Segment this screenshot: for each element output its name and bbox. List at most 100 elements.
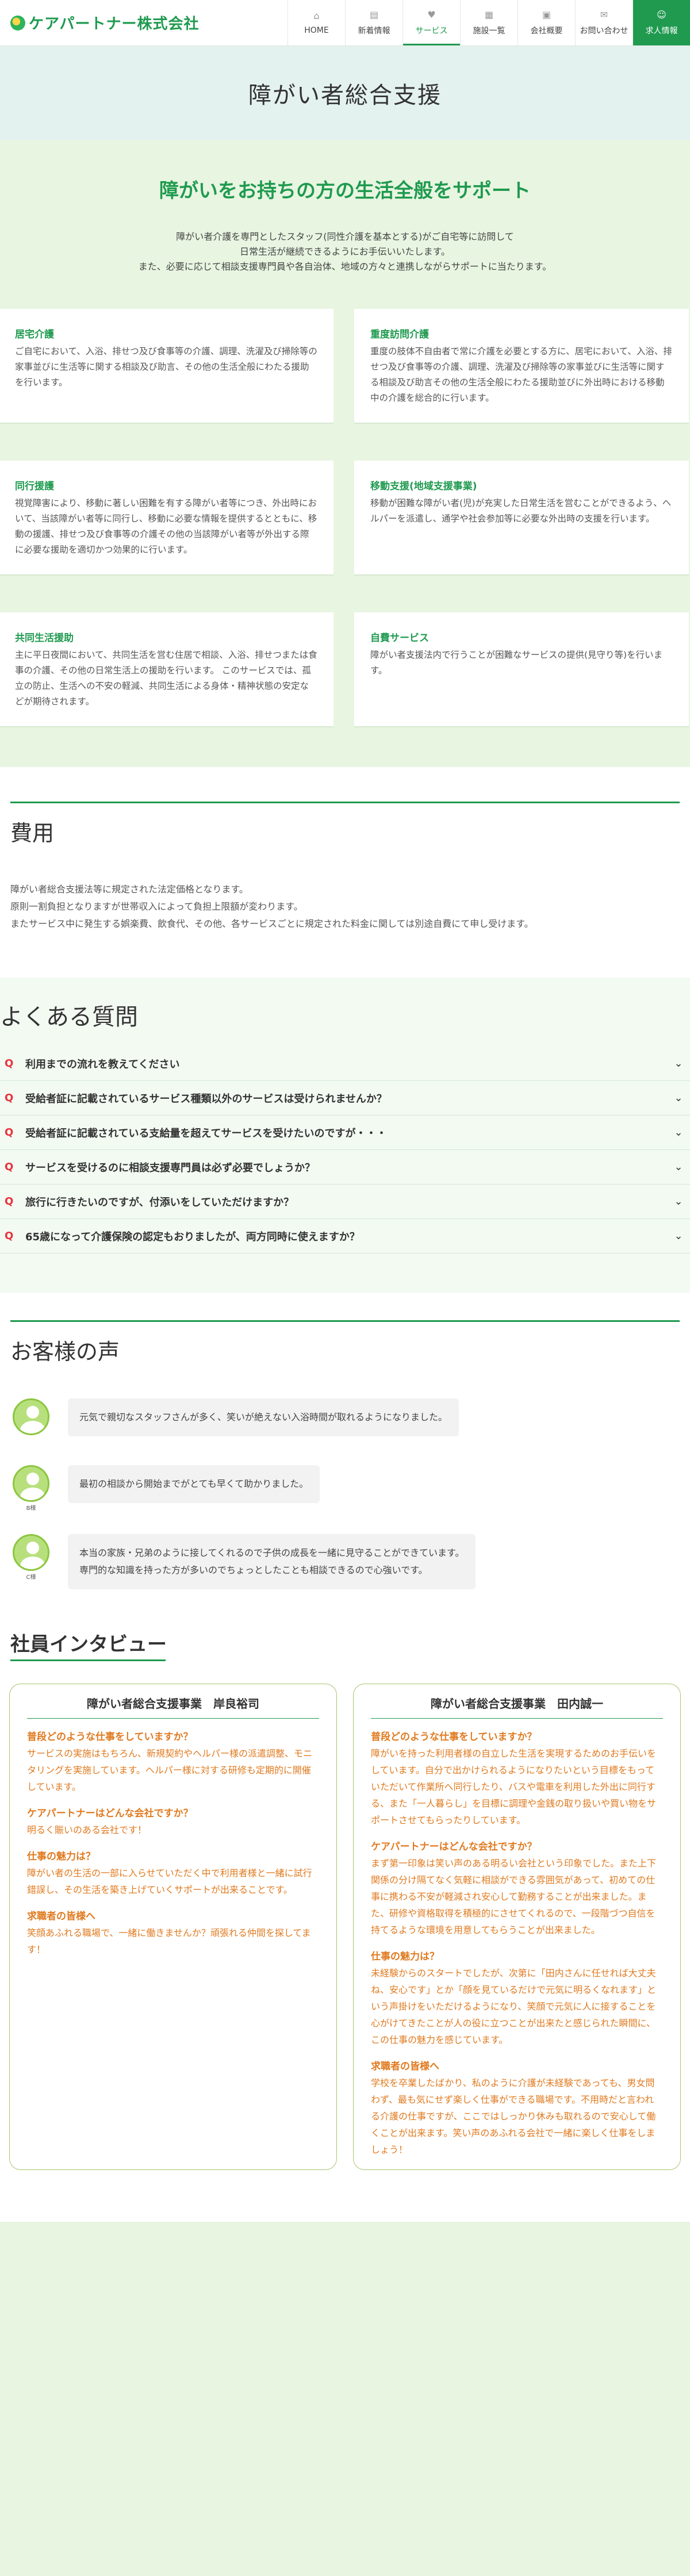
service-card: 共同生活援助 主に平日夜間において、共同生活を営む住居で相談、入浴、排せつまたは… — [0, 612, 334, 727]
fee-line: 障がい者総合支援法等に規定された法定価格となります。 — [10, 884, 248, 895]
interview-question: 仕事の魅力は？ — [371, 1951, 439, 1962]
avatar-wrap: C様 — [13, 1534, 49, 1581]
interview-answer: 笑顔あふれる職場で、一緒に働きませんか？頑張れる仲間を探してます！ — [27, 1927, 311, 1955]
chevron-down-icon: ⌄ — [674, 1195, 683, 1208]
faq-question: サービスを受けるのに相談支援専門員は必ず必要でしょうか？ — [25, 1162, 315, 1174]
question-marker: Q — [5, 1057, 14, 1070]
interview-question: 求職者の皆様へ — [371, 2061, 439, 2072]
nav-company[interactable]: ▣ 会社概要 — [518, 0, 575, 45]
service-card: 同行援護 視覚障害により、移動に著しい困難を有する障がい者等につき、外出時におい… — [0, 461, 334, 576]
service-card: 重度訪問介護 重度の肢体不自由者で常に介護を必要とする方に、居宅において、入浴、… — [354, 309, 689, 424]
intro-line: また、必要に応じて相談支援専門員や各自治体、地域の方々と連携しながらサポートに当… — [138, 261, 552, 272]
faq-item[interactable]: Q 旅行に行きたいのですが、付添いをしていただけますか？ ⌄ — [0, 1184, 690, 1219]
voice-text: 専門的な知識を持った方が多いのでちょっとしたことも相談できるので心強いです。 — [79, 1565, 428, 1575]
faq-question: 65歳になって介護保険の認定もおりましたが、両方同時に使えますか？ — [25, 1230, 360, 1243]
card-title: 自費サービス — [370, 632, 429, 644]
faq-question: 受給者証に記載されているサービス種類以外のサービスは受けられませんか？ — [25, 1092, 387, 1105]
faq-item[interactable]: Q 受給者証に記載されている支給量を超えてサービスを受けたいのですが・・・ ⌄ — [0, 1116, 690, 1150]
chevron-down-icon: ⌄ — [674, 1126, 683, 1138]
faq-item[interactable]: Q 利用までの流れを教えてください ⌄ — [0, 1046, 690, 1081]
interview-answer: 障がい者の生活の一部に入らせていただく中で利用者様と一緒に試行錯誤し、その生活を… — [27, 1868, 312, 1895]
card-body: 視覚障害により、移動に著しい困難を有する障がい者等につき、外出時において、当該障… — [15, 498, 317, 555]
staff-heading: 社員インタビュー — [10, 1633, 167, 1656]
faq-section: よくある質問 Q 利用までの流れを教えてください ⌄ Q 受給者証に記載されてい… — [0, 977, 690, 1294]
interview-answer: 未経験からのスタートでしたが、次第に「田内さんに任せれば大丈夫ね、安心です」とか… — [371, 1968, 657, 2045]
nav-facility[interactable]: ▦ 施設一覧 — [460, 0, 518, 45]
home-icon: ⌂ — [313, 10, 320, 21]
intro-line: 日常生活が継続できるようにお手伝いいたします。 — [239, 246, 451, 257]
nav-label: 会社概要 — [530, 26, 563, 36]
chevron-down-icon: ⌄ — [674, 1161, 683, 1173]
chevron-down-icon: ⌄ — [674, 1230, 683, 1242]
faq-item[interactable]: Q サービスを受けるのに相談支援専門員は必ず必要でしょうか？ ⌄ — [0, 1150, 690, 1184]
support-intro: 障がい者介護を専門としたスタッフ(同性介護を基本とする)がご自宅等に訪問して 日… — [0, 229, 690, 274]
avatar-wrap — [13, 1398, 49, 1436]
voice-item: 元気で親切なスタッフさんが多く、笑いが絶えない入浴時間が取れるようになりました。 — [13, 1398, 459, 1436]
avatar — [13, 1534, 49, 1571]
voice-text: 最初の相談から開始までがとても早くて助かりました。 — [79, 1478, 309, 1489]
facility-icon: ▦ — [484, 9, 494, 20]
page-title: 障がい者総合支援 — [248, 82, 442, 109]
fee-line: またサービス中に発生する娯楽費、飲食代、その他、各サービスごとに規定された料金に… — [10, 918, 534, 929]
avatar — [13, 1398, 49, 1435]
fee-section: 費用 障がい者総合支援法等に規定された法定価格となります。 原則一割負担となりま… — [0, 767, 690, 1006]
interview-answer: 明るく賑いのある会社です！ — [27, 1824, 147, 1835]
contact-icon: ✉ — [600, 9, 608, 20]
card-title: 共同生活援助 — [15, 632, 74, 644]
nav-label: 施設一覧 — [473, 26, 505, 36]
service-cards: 居宅介護 ご自宅において、入浴、排せつ及び食事等の介護、調理、洗濯及び掃除等の家… — [0, 309, 690, 769]
question-marker: Q — [5, 1126, 14, 1138]
card-title: 重度訪問介護 — [370, 329, 429, 340]
avatar-label: C様 — [26, 1574, 36, 1581]
fee-line: 原則一割負担となりますが世帯収入によって負担上限額が変わります。 — [10, 901, 303, 912]
logo-text: ケアパートナー株式会社 — [29, 16, 200, 33]
faq-heading: よくある質問 — [0, 1004, 138, 1030]
nav-service[interactable]: ♥ サービス — [402, 0, 460, 45]
recruit-icon: ☺ — [657, 9, 666, 20]
question-marker: Q — [5, 1195, 14, 1208]
nav-recruit[interactable]: ☺ 求人情報 — [632, 0, 690, 45]
nav-label: お問い合わせ — [580, 26, 628, 36]
site-logo[interactable]: ケアパートナー株式会社 — [0, 0, 230, 45]
card-body: 重度の肢体不自由者で常に介護を必要とする方に、居宅において、入浴、排せつ及び食事… — [370, 346, 672, 403]
avatar-label: B様 — [26, 1505, 36, 1512]
fee-text: 障がい者総合支援法等に規定された法定価格となります。 原則一割負担となりますが世… — [10, 881, 534, 933]
page-hero: 障がい者総合支援 — [0, 46, 690, 140]
voice-bubble: 本当の家族・兄弟のように接してくれるので子供の成長を一緒に見守ることができていま… — [68, 1534, 476, 1589]
global-nav: ⌂ HOME ▤ 新着情報 ♥ サービス ▦ 施設一覧 ▣ 会社概要 ✉ お問い… — [288, 0, 690, 45]
faq-question: 利用までの流れを教えてください — [25, 1058, 180, 1071]
nav-label: 求人情報 — [645, 26, 678, 36]
interview-answer: まず第一印象は笑い声のある明るい会社という印象でした。また上下関係の分け隔てなく… — [371, 1858, 657, 1935]
interview-title: 障がい者総合支援事業 田内誠一 — [371, 1695, 663, 1719]
voices-section: お客様の声 元気で親切なスタッフさんが多く、笑いが絶えない入浴時間が取れるように… — [0, 1293, 690, 1589]
question-marker: Q — [5, 1230, 14, 1242]
interview-question: 普段どのような仕事をしていますか？ — [371, 1731, 537, 1743]
faq-list: Q 利用までの流れを教えてください ⌄ Q 受給者証に記載されているサービス種類… — [0, 1046, 690, 1254]
question-marker: Q — [5, 1161, 14, 1173]
interview-answer: 学校を卒業したばかり、私のように介護が未経験であっても、男女問わず、最も気にせず… — [371, 2077, 656, 2155]
interview-answer: サービスの実施はもちろん、新規契約やヘルパー様の派遣調整、モニタリングを実施して… — [27, 1748, 313, 1792]
news-icon: ▤ — [369, 9, 379, 20]
voice-item: C様 本当の家族・兄弟のように接してくれるので子供の成長を一緒に見守ることができ… — [13, 1534, 476, 1589]
nav-contact[interactable]: ✉ お問い合わせ — [575, 0, 632, 45]
faq-item[interactable]: Q 65歳になって介護保険の認定もおりましたが、両方同時に使えますか？ ⌄ — [0, 1219, 690, 1254]
section-divider — [10, 1659, 166, 1661]
intro-line: 障がい者介護を専門としたスタッフ(同性介護を基本とする)がご自宅等に訪問して — [176, 231, 514, 242]
card-title: 居宅介護 — [15, 329, 54, 340]
faq-item[interactable]: Q 受給者証に記載されているサービス種類以外のサービスは受けられませんか？ ⌄ — [0, 1081, 690, 1116]
nav-home[interactable]: ⌂ HOME — [288, 0, 345, 45]
faq-question: 受給者証に記載されている支給量を超えてサービスを受けたいのですが・・・ — [25, 1127, 387, 1140]
voices-heading: お客様の声 — [10, 1339, 120, 1364]
service-icon: ♥ — [427, 9, 436, 20]
interview-card: 障がい者総合支援事業 田内誠一 普段どのような仕事をしていますか？ 障がいを持っ… — [353, 1684, 681, 2170]
service-card: 自費サービス 障がい者支援法内で行うことが困難なサービスの提供(見守り等)を行い… — [354, 612, 689, 727]
voice-bubble: 最初の相談から開始までがとても早くて助かりました。 — [68, 1465, 320, 1503]
chevron-down-icon: ⌄ — [674, 1057, 683, 1070]
section-divider — [10, 1320, 680, 1322]
card-body: 障がい者支援法内で行うことが困難なサービスの提供(見守り等)を行います。 — [370, 650, 663, 676]
card-title: 移動支援(地域支援事業) — [370, 481, 477, 492]
nav-news[interactable]: ▤ 新着情報 — [345, 0, 402, 45]
interview-question: ケアパートナーはどんな会社ですか？ — [27, 1808, 193, 1819]
staff-section: 社員インタビュー 障がい者総合支援事業 岸良裕司 普段どのような仕事をしています… — [0, 1589, 690, 2222]
nav-label: サービス — [415, 26, 448, 36]
